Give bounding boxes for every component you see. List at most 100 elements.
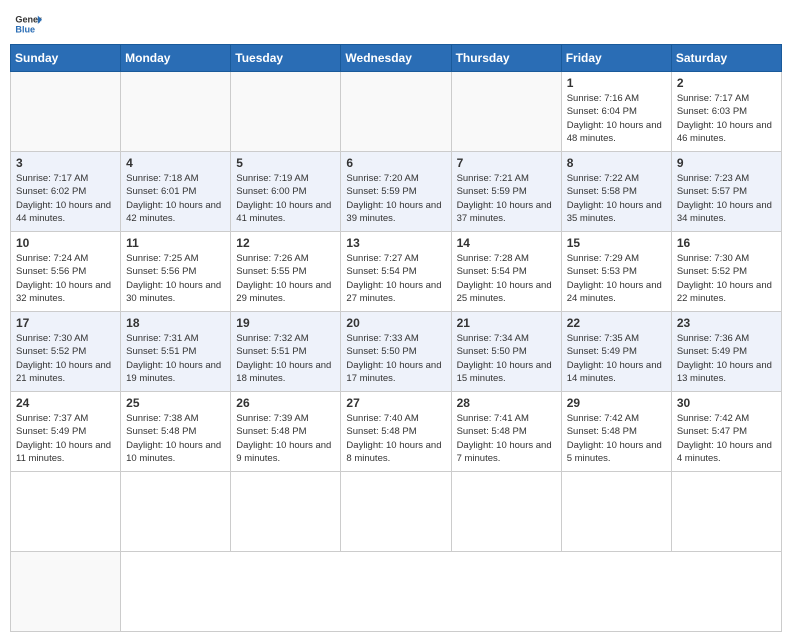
day-info: Sunrise: 7:33 AM Sunset: 5:50 PM Dayligh… [346, 332, 445, 385]
calendar-day-cell: 14 Sunrise: 7:28 AM Sunset: 5:54 PM Dayli… [451, 232, 561, 312]
calendar-week-row: 10 Sunrise: 7:24 AM Sunset: 5:56 PM Dayli… [11, 232, 782, 312]
empty-cell [11, 552, 121, 632]
day-number: 5 [236, 156, 335, 170]
calendar-day-cell: 6Sunrise: 7:20 AM Sunset: 5:59 PM Daylig… [341, 152, 451, 232]
calendar-day-cell: 30Sunrise: 7:42 AM Sunset: 5:47 PM Dayli… [671, 392, 781, 472]
day-number: 1 [567, 76, 666, 90]
calendar-day-cell: 28 Sunrise: 7:41 AM Sunset: 5:48 PM Dayli… [451, 392, 561, 472]
day-number: 16 [677, 236, 776, 250]
calendar-day-cell: 19Sunrise: 7:32 AM Sunset: 5:51 PM Dayli… [231, 312, 341, 392]
day-number: 17 [16, 316, 115, 330]
weekday-header: Thursday [451, 45, 561, 72]
day-number: 12 [236, 236, 335, 250]
day-number: 20 [346, 316, 445, 330]
empty-cell [451, 472, 561, 552]
empty-cell [671, 472, 781, 552]
calendar-day-cell: 8Sunrise: 7:22 AM Sunset: 5:58 PM Daylig… [561, 152, 671, 232]
calendar-day-cell: 3 Sunrise: 7:17 AM Sunset: 6:02 PM Daylig… [11, 152, 121, 232]
day-info: Sunrise: 7:29 AM Sunset: 5:53 PM Dayligh… [567, 252, 666, 305]
calendar-day-cell: 25 Sunrise: 7:38 AM Sunset: 5:48 PM Dayli… [121, 392, 231, 472]
day-info: Sunrise: 7:37 AM Sunset: 5:49 PM Dayligh… [16, 412, 115, 465]
calendar-day-cell: 10 Sunrise: 7:24 AM Sunset: 5:56 PM Dayli… [11, 232, 121, 312]
calendar-day-cell: 29 Sunrise: 7:42 AM Sunset: 5:48 PM Dayli… [561, 392, 671, 472]
day-number: 10 [16, 236, 115, 250]
day-info: Sunrise: 7:36 AM Sunset: 5:49 PM Dayligh… [677, 332, 776, 385]
day-info: Sunrise: 7:17 AM Sunset: 6:02 PM Dayligh… [16, 172, 115, 225]
calendar-day-cell: 4 Sunrise: 7:18 AM Sunset: 6:01 PM Daylig… [121, 152, 231, 232]
day-number: 23 [677, 316, 776, 330]
empty-cell [121, 472, 231, 552]
calendar-day-cell: 26 Sunrise: 7:39 AM Sunset: 5:48 PM Dayli… [231, 392, 341, 472]
weekday-header: Saturday [671, 45, 781, 72]
page-header: General Blue [10, 10, 782, 38]
calendar-week-row: 24 Sunrise: 7:37 AM Sunset: 5:49 PM Dayli… [11, 392, 782, 472]
day-info: Sunrise: 7:21 AM Sunset: 5:59 PM Dayligh… [457, 172, 556, 225]
empty-cell [451, 72, 561, 152]
empty-cell [561, 472, 671, 552]
day-info: Sunrise: 7:35 AM Sunset: 5:49 PM Dayligh… [567, 332, 666, 385]
calendar-day-cell: 23 Sunrise: 7:36 AM Sunset: 5:49 PM Dayli… [671, 312, 781, 392]
weekday-header: Sunday [11, 45, 121, 72]
empty-cell [231, 472, 341, 552]
weekday-header: Friday [561, 45, 671, 72]
day-number: 28 [457, 396, 556, 410]
calendar-week-row: 17 Sunrise: 7:30 AM Sunset: 5:52 PM Dayli… [11, 312, 782, 392]
day-number: 21 [457, 316, 556, 330]
day-info: Sunrise: 7:25 AM Sunset: 5:56 PM Dayligh… [126, 252, 225, 305]
svg-text:Blue: Blue [15, 24, 35, 34]
calendar-day-cell: 11 Sunrise: 7:25 AM Sunset: 5:56 PM Dayli… [121, 232, 231, 312]
day-number: 4 [126, 156, 225, 170]
day-info: Sunrise: 7:24 AM Sunset: 5:56 PM Dayligh… [16, 252, 115, 305]
day-number: 9 [677, 156, 776, 170]
weekday-header: Tuesday [231, 45, 341, 72]
empty-cell [11, 72, 121, 152]
calendar-day-cell: 20 Sunrise: 7:33 AM Sunset: 5:50 PM Dayli… [341, 312, 451, 392]
day-info: Sunrise: 7:27 AM Sunset: 5:54 PM Dayligh… [346, 252, 445, 305]
day-info: Sunrise: 7:30 AM Sunset: 5:52 PM Dayligh… [677, 252, 776, 305]
day-info: Sunrise: 7:42 AM Sunset: 5:48 PM Dayligh… [567, 412, 666, 465]
calendar-day-cell: 27Sunrise: 7:40 AM Sunset: 5:48 PM Dayli… [341, 392, 451, 472]
day-info: Sunrise: 7:26 AM Sunset: 5:55 PM Dayligh… [236, 252, 335, 305]
calendar-day-cell: 16 Sunrise: 7:30 AM Sunset: 5:52 PM Dayli… [671, 232, 781, 312]
day-number: 30 [677, 396, 776, 410]
day-number: 15 [567, 236, 666, 250]
calendar-day-cell: 22 Sunrise: 7:35 AM Sunset: 5:49 PM Dayli… [561, 312, 671, 392]
generalblue-logo-icon: General Blue [14, 10, 42, 38]
calendar-day-cell: 17 Sunrise: 7:30 AM Sunset: 5:52 PM Dayli… [11, 312, 121, 392]
calendar-day-cell: 12 Sunrise: 7:26 AM Sunset: 5:55 PM Dayli… [231, 232, 341, 312]
calendar-week-row: 3 Sunrise: 7:17 AM Sunset: 6:02 PM Daylig… [11, 152, 782, 232]
day-number: 14 [457, 236, 556, 250]
day-info: Sunrise: 7:41 AM Sunset: 5:48 PM Dayligh… [457, 412, 556, 465]
calendar-day-cell: 18Sunrise: 7:31 AM Sunset: 5:51 PM Dayli… [121, 312, 231, 392]
day-number: 29 [567, 396, 666, 410]
day-info: Sunrise: 7:28 AM Sunset: 5:54 PM Dayligh… [457, 252, 556, 305]
calendar-day-cell: 7Sunrise: 7:21 AM Sunset: 5:59 PM Daylig… [451, 152, 561, 232]
day-info: Sunrise: 7:18 AM Sunset: 6:01 PM Dayligh… [126, 172, 225, 225]
logo: General Blue [14, 10, 42, 38]
calendar-day-cell: 21Sunrise: 7:34 AM Sunset: 5:50 PM Dayli… [451, 312, 561, 392]
calendar-day-cell: 24 Sunrise: 7:37 AM Sunset: 5:49 PM Dayli… [11, 392, 121, 472]
day-number: 6 [346, 156, 445, 170]
day-info: Sunrise: 7:31 AM Sunset: 5:51 PM Dayligh… [126, 332, 225, 385]
day-number: 26 [236, 396, 335, 410]
calendar-week-row: 1Sunrise: 7:16 AM Sunset: 6:04 PM Daylig… [11, 72, 782, 152]
day-number: 24 [16, 396, 115, 410]
calendar-day-cell: 5 Sunrise: 7:19 AM Sunset: 6:00 PM Daylig… [231, 152, 341, 232]
weekday-header-row: SundayMondayTuesdayWednesdayThursdayFrid… [11, 45, 782, 72]
day-number: 25 [126, 396, 225, 410]
day-info: Sunrise: 7:22 AM Sunset: 5:58 PM Dayligh… [567, 172, 666, 225]
day-info: Sunrise: 7:19 AM Sunset: 6:00 PM Dayligh… [236, 172, 335, 225]
empty-cell [11, 472, 121, 552]
day-number: 19 [236, 316, 335, 330]
day-number: 11 [126, 236, 225, 250]
day-number: 2 [677, 76, 776, 90]
day-info: Sunrise: 7:17 AM Sunset: 6:03 PM Dayligh… [677, 92, 776, 145]
day-info: Sunrise: 7:30 AM Sunset: 5:52 PM Dayligh… [16, 332, 115, 385]
day-number: 3 [16, 156, 115, 170]
weekday-header: Monday [121, 45, 231, 72]
day-info: Sunrise: 7:38 AM Sunset: 5:48 PM Dayligh… [126, 412, 225, 465]
day-info: Sunrise: 7:40 AM Sunset: 5:48 PM Dayligh… [346, 412, 445, 465]
empty-cell [341, 72, 451, 152]
day-number: 22 [567, 316, 666, 330]
day-info: Sunrise: 7:39 AM Sunset: 5:48 PM Dayligh… [236, 412, 335, 465]
